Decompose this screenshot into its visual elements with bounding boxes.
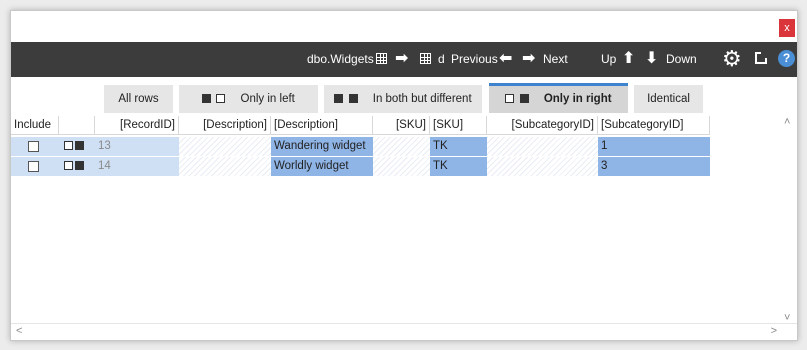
scroll-left-icon[interactable]: <: [16, 325, 22, 337]
row-side-indicator: [59, 137, 95, 156]
tab-identical[interactable]: Identical: [634, 85, 703, 113]
right-description-cell[interactable]: Worldly widget: [271, 157, 373, 176]
tab-only-in-left[interactable]: Only in left: [179, 85, 318, 113]
target-table-icon: [420, 53, 431, 64]
left-empty-square-icon: [64, 141, 73, 150]
right-description-cell[interactable]: Wandering widget: [271, 137, 373, 156]
left-filled-square-icon: [202, 94, 212, 103]
include-checkbox[interactable]: [28, 141, 39, 152]
target-suffix: d: [438, 52, 445, 66]
column-header-left-description[interactable]: [Description]: [179, 116, 271, 135]
tab-label: Identical: [647, 93, 690, 105]
down-button[interactable]: Down: [666, 42, 697, 77]
left-description-cell[interactable]: [179, 157, 271, 176]
left-filled-square-icon: [334, 94, 344, 103]
column-header-record-id[interactable]: [RecordID]: [95, 116, 179, 135]
right-sku-cell[interactable]: TK: [430, 137, 487, 156]
tab-in-both-but-different[interactable]: In both but different: [324, 85, 482, 113]
column-header-side[interactable]: [59, 116, 95, 135]
source-table-icon: [376, 53, 387, 64]
arrow-up-icon[interactable]: ⬆: [622, 51, 635, 67]
left-description-cell[interactable]: [179, 137, 271, 156]
record-id-cell[interactable]: 13: [95, 137, 179, 156]
left-empty-square-icon: [505, 94, 515, 103]
tab-all-rows[interactable]: All rows: [104, 85, 173, 113]
object-name: dbo.Widgets: [307, 52, 374, 66]
scroll-right-icon[interactable]: >: [771, 325, 777, 337]
left-empty-square-icon: [64, 161, 73, 170]
scroll-up-icon[interactable]: ˄: [784, 116, 790, 128]
tab-label: Only in left: [240, 93, 295, 105]
tab-label: In both but different: [372, 93, 472, 105]
help-icon[interactable]: ?: [778, 50, 795, 67]
export-icon[interactable]: [755, 50, 769, 64]
left-sku-cell[interactable]: [373, 157, 430, 176]
gear-icon[interactable]: ⚙: [722, 48, 742, 70]
right-filled-square-icon: [348, 94, 358, 103]
toolbar: dbo.Widgets ➡ d Previous ⬅ ➡ Next Up ⬆ ⬇…: [11, 42, 797, 77]
right-filled-square-icon: [75, 161, 84, 170]
tab-only-in-right[interactable]: Only in right: [489, 83, 628, 113]
right-subcategory-cell[interactable]: 3: [598, 157, 710, 176]
left-sku-cell[interactable]: [373, 137, 430, 156]
previous-button[interactable]: Previous: [451, 42, 498, 77]
include-checkbox[interactable]: [28, 161, 39, 172]
right-empty-square-icon: [216, 94, 226, 103]
right-filled-square-icon: [75, 141, 84, 150]
column-header-right-description[interactable]: [Description]: [271, 116, 373, 135]
record-id-cell[interactable]: 14: [95, 157, 179, 176]
horizontal-scrollbar[interactable]: < >: [11, 323, 797, 340]
column-header-include[interactable]: Include: [11, 116, 59, 135]
compare-results-window: x dbo.Widgets ➡ d Previous ⬅ ➡ Next Up ⬆…: [10, 10, 798, 341]
arrow-left-icon[interactable]: ⬅: [499, 51, 512, 67]
right-filled-square-icon: [519, 94, 529, 103]
up-button[interactable]: Up: [601, 42, 616, 77]
left-subcategory-cell[interactable]: [487, 137, 598, 156]
column-header-left-sku[interactable]: [SKU]: [373, 116, 430, 135]
right-subcategory-cell[interactable]: 1: [598, 137, 710, 156]
row-filter-tabs: All rows Only in left In both but differ…: [11, 83, 797, 113]
arrow-right-icon[interactable]: ➡: [522, 51, 535, 67]
close-button[interactable]: x: [779, 19, 795, 37]
column-header-right-sku[interactable]: [SKU]: [430, 116, 487, 135]
left-subcategory-cell[interactable]: [487, 157, 598, 176]
vertical-scrollbar[interactable]: ˄ ˅: [780, 116, 797, 324]
right-arrow-icon: ➡: [395, 50, 409, 67]
arrow-down-icon[interactable]: ⬇: [645, 51, 658, 67]
row-side-indicator: [59, 157, 95, 176]
tab-label: All rows: [118, 93, 159, 105]
tab-label: Only in right: [543, 93, 612, 105]
next-button[interactable]: Next: [543, 42, 568, 77]
column-header-left-subcategory[interactable]: [SubcategoryID]: [487, 116, 598, 135]
column-header-right-subcategory[interactable]: [SubcategoryID]: [598, 116, 710, 135]
right-sku-cell[interactable]: TK: [430, 157, 487, 176]
